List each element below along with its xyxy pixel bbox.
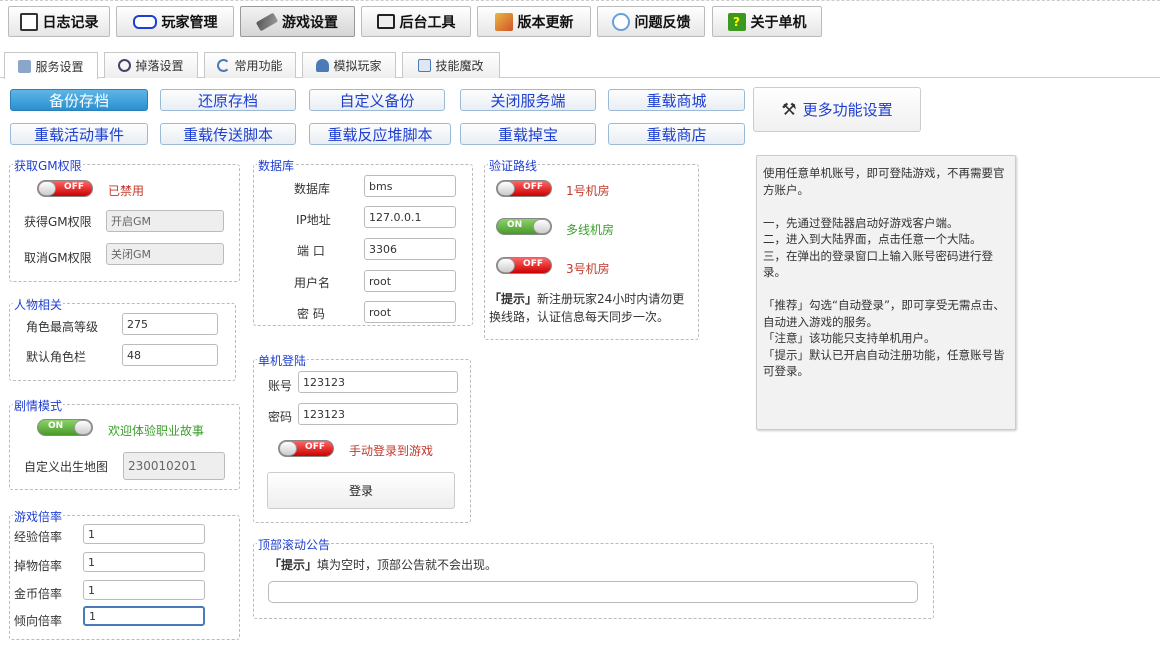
char-slots-label: 默认角色栏	[26, 350, 87, 364]
feedback-icon	[611, 12, 630, 31]
gm-get-label: 获得GM权限	[24, 215, 92, 229]
subtab-simulate-player[interactable]: 模拟玩家	[302, 52, 396, 78]
db-pass-input[interactable]: root	[364, 301, 456, 323]
route-legend: 验证路线	[488, 157, 539, 174]
exp-rate-input[interactable]: 1	[83, 524, 205, 544]
subtab-skill-mod[interactable]: 技能魔改	[402, 52, 500, 78]
refresh-icon	[217, 59, 231, 72]
route-tip: 「提示」新注册玩家24小时内请勿更换线路，认证信息每天同步一次。	[489, 292, 685, 324]
manual-login-toggle[interactable]: OFF	[278, 440, 334, 457]
db-pass-label: 密 码	[297, 307, 325, 321]
tab-about[interactable]: ? 关于单机	[712, 6, 822, 37]
meso-rate-label: 金币倍率	[14, 587, 63, 601]
meso-rate-input[interactable]: 1	[83, 580, 205, 600]
birth-map-field[interactable]: 230010201	[123, 452, 225, 480]
user-icon	[316, 59, 330, 72]
route-2-toggle[interactable]: ON	[496, 218, 552, 235]
database-legend: 数据库	[257, 157, 296, 174]
drop-rate-input[interactable]: 1	[83, 552, 205, 572]
notebook-icon	[19, 12, 38, 31]
story-legend: 剧情模式	[13, 397, 64, 414]
notice-tip: 「提示」填为空时，顶部公告就不会出现。	[269, 558, 498, 572]
more-settings-button[interactable]: ⚒ 更多功能设置	[753, 87, 921, 132]
drop-rate-label: 掉物倍率	[14, 559, 63, 573]
login-info-panel: 使用任意单机账号，即可登陆游戏，不再需要官方账户。 一，先通过登陆器启动好游戏客…	[756, 155, 1016, 430]
subtab-drop-settings[interactable]: 掉落设置	[104, 52, 198, 78]
db-port-input[interactable]: 3306	[364, 238, 456, 260]
character-legend: 人物相关	[13, 296, 64, 313]
exp-rate-label: 经验倍率	[14, 530, 63, 544]
wrench-icon	[255, 12, 279, 31]
tools-icon: ⚒	[781, 99, 797, 120]
gm-toggle[interactable]: OFF	[37, 180, 93, 197]
service-icon	[18, 59, 32, 73]
account-input[interactable]: 123123	[298, 371, 458, 393]
db-ip-label: IP地址	[296, 213, 331, 227]
route-1-label: 1号机房	[566, 184, 610, 198]
tab-feedback[interactable]: 问题反馈	[597, 6, 705, 37]
story-toggle[interactable]: ON	[37, 419, 93, 436]
notice-input[interactable]	[268, 581, 918, 603]
tab-player-manage[interactable]: 玩家管理	[116, 6, 234, 37]
account-label: 账号	[268, 379, 293, 393]
login-button[interactable]: 登录	[267, 472, 455, 509]
db-user-input[interactable]: root	[364, 270, 456, 292]
backup-save-button[interactable]: 备份存档	[10, 89, 148, 111]
reload-mall-button[interactable]: 重载商城	[608, 89, 745, 111]
subtab-service-settings[interactable]: 服务设置	[4, 52, 98, 79]
trend-rate-label: 倾向倍率	[14, 614, 63, 628]
question-icon: ?	[727, 12, 746, 31]
login-legend: 单机登陆	[257, 352, 308, 369]
notice-legend: 顶部滚动公告	[257, 536, 332, 553]
db-name-input[interactable]: bms	[364, 175, 456, 197]
gm-legend: 获取GM权限	[13, 157, 83, 174]
story-status: 欢迎体验职业故事	[108, 424, 205, 438]
gm-get-field[interactable]: 开启GM	[106, 210, 224, 232]
rates-legend: 游戏倍率	[13, 508, 64, 525]
search-icon	[118, 59, 132, 72]
db-name-label: 数据库	[294, 182, 331, 196]
subtab-common-functions[interactable]: 常用功能	[204, 52, 296, 78]
password-input[interactable]: 123123	[298, 403, 458, 425]
password-label: 密码	[268, 410, 293, 424]
close-server-button[interactable]: 关闭服务端	[460, 89, 596, 111]
reload-reactor-script-button[interactable]: 重载反应堆脚本	[309, 123, 451, 145]
tab-log[interactable]: 日志记录	[8, 6, 110, 37]
reload-event-button[interactable]: 重载活动事件	[10, 123, 148, 145]
gm-status: 已禁用	[108, 184, 145, 198]
login-info-text: 使用任意单机账号，即可登陆游戏，不再需要官方账户。 一，先通过登陆器启动好游戏客…	[763, 166, 1005, 378]
trend-rate-input[interactable]: 1	[83, 606, 205, 626]
tab-backend-tools[interactable]: 后台工具	[361, 6, 471, 37]
tab-version-update[interactable]: 版本更新	[477, 6, 591, 37]
route-3-toggle[interactable]: OFF	[496, 257, 552, 274]
restore-save-button[interactable]: 还原存档	[160, 89, 296, 111]
birth-map-label: 自定义出生地图	[24, 460, 109, 474]
db-user-label: 用户名	[294, 276, 331, 290]
custom-backup-button[interactable]: 自定义备份	[309, 89, 445, 111]
skill-icon	[418, 59, 432, 72]
update-icon	[494, 12, 513, 31]
manual-login-label: 手动登录到游戏	[349, 444, 434, 458]
app-window: 日志记录 玩家管理 游戏设置 后台工具 版本更新 问题反馈 ? 关于单机 服务设…	[0, 0, 1160, 672]
reload-portal-script-button[interactable]: 重载传送脚本	[160, 123, 296, 145]
route-2-label: 多线机房	[566, 223, 615, 237]
route-1-toggle[interactable]: OFF	[496, 180, 552, 197]
max-level-label: 角色最高等级	[26, 320, 99, 334]
max-level-input[interactable]: 275	[122, 313, 218, 335]
keyboard-icon	[132, 14, 157, 29]
db-ip-input[interactable]: 127.0.0.1	[364, 206, 456, 228]
gm-cancel-field[interactable]: 关闭GM	[106, 243, 224, 265]
db-port-label: 端 口	[297, 244, 325, 258]
gm-cancel-label: 取消GM权限	[24, 251, 92, 265]
route-3-label: 3号机房	[566, 262, 610, 276]
monitor-icon	[376, 14, 395, 29]
tab-game-settings[interactable]: 游戏设置	[240, 6, 355, 37]
char-slots-input[interactable]: 48	[122, 344, 218, 366]
reload-shop-button[interactable]: 重载商店	[608, 123, 745, 145]
reload-drops-button[interactable]: 重载掉宝	[460, 123, 596, 145]
